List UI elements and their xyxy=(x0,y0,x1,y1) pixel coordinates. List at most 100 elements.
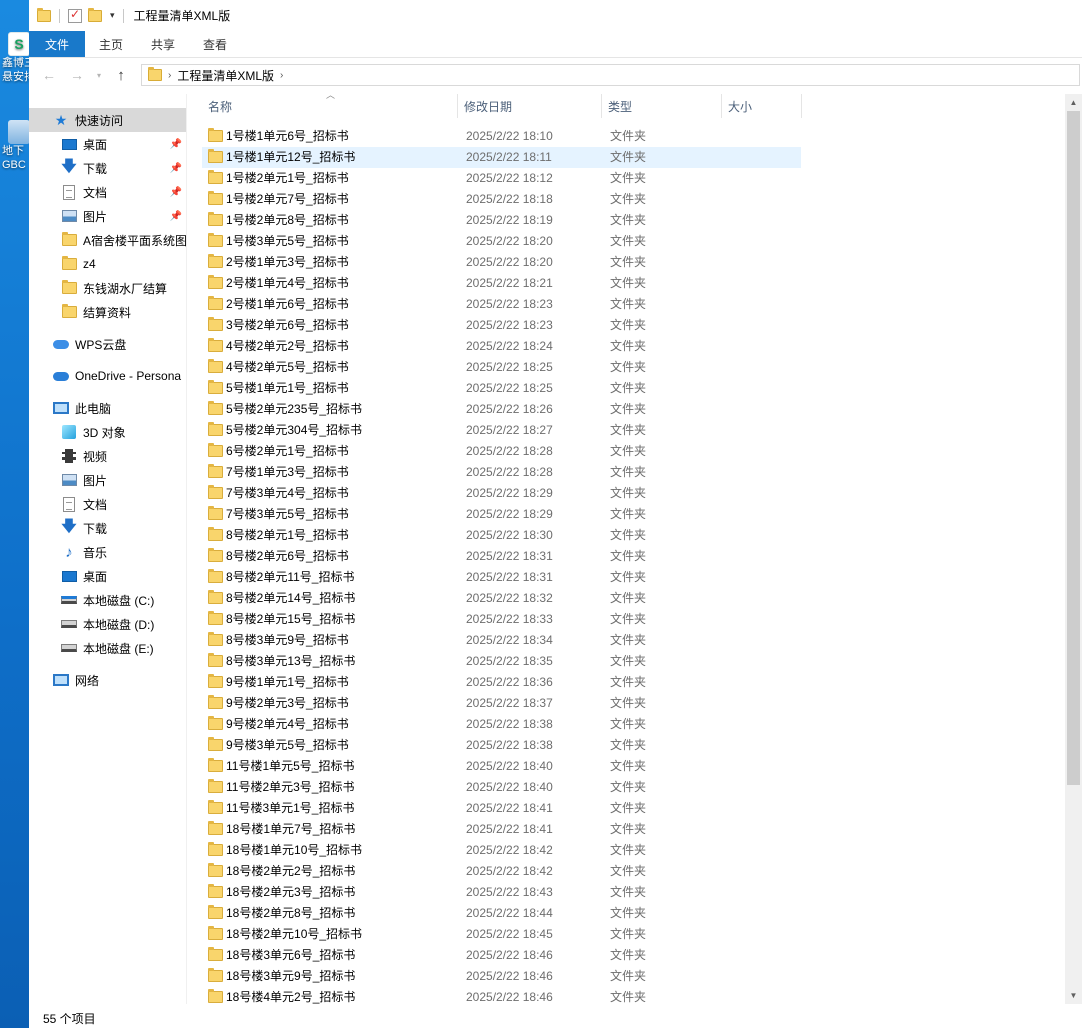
tab-file[interactable]: 文件 xyxy=(29,31,85,57)
nav-item-drive-e[interactable]: 本地磁盘 (E:) xyxy=(29,636,186,660)
table-row[interactable]: 6号楼2单元1号_招标书 2025/2/22 18:28 文件夹 xyxy=(202,441,801,462)
up-arrow-icon[interactable]: ↑ xyxy=(109,64,133,86)
table-row[interactable]: 18号楼2单元3号_招标书 2025/2/22 18:43 文件夹 xyxy=(202,882,801,903)
table-row[interactable]: 5号楼2单元235号_招标书 2025/2/22 18:26 文件夹 xyxy=(202,399,801,420)
nav-item-documents[interactable]: 文档 xyxy=(29,492,186,516)
scrollbar-thumb[interactable] xyxy=(1067,111,1080,785)
pin-icon[interactable]: 📌 xyxy=(170,163,182,174)
desktop-shortcut-gbc[interactable]: 地下 GBC xyxy=(0,120,29,172)
nav-this-pc[interactable]: 此电脑 xyxy=(29,396,186,420)
desktop-shortcut-spreadsheet[interactable]: S 鑫博三 悬安排 xyxy=(0,32,29,84)
address-bar[interactable]: › 工程量清单XML版 › xyxy=(141,64,1080,86)
new-folder-icon[interactable] xyxy=(88,7,102,22)
file-type: 文件夹 xyxy=(610,675,647,689)
column-header-name[interactable]: 名称 xyxy=(202,94,458,118)
column-header-type[interactable]: 类型 xyxy=(602,94,722,118)
nav-item-downloads[interactable]: 🡇 下载 📌 xyxy=(29,156,186,180)
breadcrumb-separator-icon[interactable]: › xyxy=(168,70,171,81)
nav-item-desktop[interactable]: 桌面 📌 xyxy=(29,132,186,156)
table-row[interactable]: 8号楼2单元1号_招标书 2025/2/22 18:30 文件夹 xyxy=(202,525,801,546)
table-row[interactable]: 8号楼2单元15号_招标书 2025/2/22 18:33 文件夹 xyxy=(202,609,801,630)
table-row[interactable]: 8号楼2单元6号_招标书 2025/2/22 18:31 文件夹 xyxy=(202,546,801,567)
nav-network[interactable]: 网络 xyxy=(29,668,186,692)
table-row[interactable]: 18号楼3单元6号_招标书 2025/2/22 18:46 文件夹 xyxy=(202,945,801,966)
nav-item-label: OneDrive - Persona xyxy=(75,369,182,383)
pin-icon[interactable]: 📌 xyxy=(170,211,182,222)
nav-item-recent-folder[interactable]: 结算资料 xyxy=(29,300,186,324)
table-row[interactable]: 18号楼3单元9号_招标书 2025/2/22 18:46 文件夹 xyxy=(202,966,801,987)
customize-toolbar-dropdown-icon[interactable]: ▾ xyxy=(110,10,115,21)
table-row[interactable]: 8号楼2单元14号_招标书 2025/2/22 18:32 文件夹 xyxy=(202,588,801,609)
table-row[interactable]: 8号楼2单元11号_招标书 2025/2/22 18:31 文件夹 xyxy=(202,567,801,588)
table-row[interactable]: 18号楼2单元10号_招标书 2025/2/22 18:45 文件夹 xyxy=(202,924,801,945)
tab-view[interactable]: 查看 xyxy=(189,31,241,57)
table-row[interactable]: 18号楼2单元2号_招标书 2025/2/22 18:42 文件夹 xyxy=(202,861,801,882)
breadcrumb-current-folder[interactable]: 工程量清单XML版 xyxy=(177,67,274,84)
modified-date: 2025/2/22 18:23 xyxy=(466,318,553,332)
table-row[interactable]: 9号楼1单元1号_招标书 2025/2/22 18:36 文件夹 xyxy=(202,672,801,693)
nav-quick-access[interactable]: ★ 快速访问 xyxy=(29,108,186,132)
table-row[interactable]: 1号楼1单元6号_招标书 2025/2/22 18:10 文件夹 xyxy=(202,126,801,147)
table-row[interactable]: 9号楼2单元4号_招标书 2025/2/22 18:38 文件夹 xyxy=(202,714,801,735)
table-row[interactable]: 18号楼1单元7号_招标书 2025/2/22 18:41 文件夹 xyxy=(202,819,801,840)
pin-icon[interactable]: 📌 xyxy=(170,139,182,150)
column-header-modified[interactable]: 修改日期 xyxy=(458,94,602,118)
table-row[interactable]: 11号楼1单元5号_招标书 2025/2/22 18:40 文件夹 xyxy=(202,756,801,777)
tab-home[interactable]: 主页 xyxy=(85,31,137,57)
table-row[interactable]: 1号楼2单元8号_招标书 2025/2/22 18:19 文件夹 xyxy=(202,210,801,231)
nav-wps-cloud[interactable]: WPS云盘 xyxy=(29,332,186,356)
nav-item-videos[interactable]: 视频 xyxy=(29,444,186,468)
nav-item-recent-folder[interactable]: 东钱湖水厂结算 xyxy=(29,276,186,300)
nav-item-drive-c[interactable]: 本地磁盘 (C:) xyxy=(29,588,186,612)
nav-item-drive-d[interactable]: 本地磁盘 (D:) xyxy=(29,612,186,636)
table-row[interactable]: 11号楼3单元1号_招标书 2025/2/22 18:41 文件夹 xyxy=(202,798,801,819)
table-row[interactable]: 8号楼3单元9号_招标书 2025/2/22 18:34 文件夹 xyxy=(202,630,801,651)
back-arrow-icon[interactable]: ← xyxy=(37,64,61,86)
nav-item-pictures[interactable]: 图片 📌 xyxy=(29,204,186,228)
navigation-pane: ★ 快速访问 桌面 📌 🡇 下载 📌 文档 📌 图片 📌 A宿舍楼平面系统图 z… xyxy=(29,94,187,1004)
table-row[interactable]: 1号楼2单元1号_招标书 2025/2/22 18:12 文件夹 xyxy=(202,168,801,189)
table-row[interactable]: 1号楼1单元12号_招标书 2025/2/22 18:11 文件夹 xyxy=(202,147,801,168)
table-row[interactable]: 2号楼1单元4号_招标书 2025/2/22 18:21 文件夹 xyxy=(202,273,801,294)
nav-item-recent-folder[interactable]: A宿舍楼平面系统图 xyxy=(29,228,186,252)
table-row[interactable]: 2号楼1单元3号_招标书 2025/2/22 18:20 文件夹 xyxy=(202,252,801,273)
table-row[interactable]: 4号楼2单元5号_招标书 2025/2/22 18:25 文件夹 xyxy=(202,357,801,378)
table-row[interactable]: 18号楼1单元10号_招标书 2025/2/22 18:42 文件夹 xyxy=(202,840,801,861)
table-row[interactable]: 18号楼2单元8号_招标书 2025/2/22 18:44 文件夹 xyxy=(202,903,801,924)
scroll-up-arrow-icon[interactable]: ▲ xyxy=(1065,94,1082,111)
table-row[interactable]: 7号楼3单元4号_招标书 2025/2/22 18:29 文件夹 xyxy=(202,483,801,504)
breadcrumb-separator-icon[interactable]: › xyxy=(280,70,283,81)
scroll-down-arrow-icon[interactable]: ▼ xyxy=(1065,987,1082,1004)
nav-item-downloads[interactable]: 🡇 下载 xyxy=(29,516,186,540)
vertical-scrollbar[interactable]: ▲ ▼ xyxy=(1065,94,1082,1004)
file-name: 9号楼2单元3号_招标书 xyxy=(226,696,349,710)
table-row[interactable]: 5号楼1单元1号_招标书 2025/2/22 18:25 文件夹 xyxy=(202,378,801,399)
table-row[interactable]: 2号楼1单元6号_招标书 2025/2/22 18:23 文件夹 xyxy=(202,294,801,315)
table-row[interactable]: 7号楼3单元5号_招标书 2025/2/22 18:29 文件夹 xyxy=(202,504,801,525)
table-row[interactable]: 8号楼3单元13号_招标书 2025/2/22 18:35 文件夹 xyxy=(202,651,801,672)
nav-item-pictures[interactable]: 图片 xyxy=(29,468,186,492)
forward-arrow-icon[interactable]: → xyxy=(65,64,89,86)
recent-locations-dropdown-icon[interactable]: ▾ xyxy=(93,64,105,86)
table-row[interactable]: 5号楼2单元304号_招标书 2025/2/22 18:27 文件夹 xyxy=(202,420,801,441)
table-row[interactable]: 7号楼1单元3号_招标书 2025/2/22 18:28 文件夹 xyxy=(202,462,801,483)
column-header-size[interactable]: 大小 xyxy=(722,94,802,118)
nav-item-music[interactable]: ♪ 音乐 xyxy=(29,540,186,564)
properties-icon[interactable] xyxy=(68,7,82,23)
table-row[interactable]: 1号楼2单元7号_招标书 2025/2/22 18:18 文件夹 xyxy=(202,189,801,210)
nav-item-documents[interactable]: 文档 📌 xyxy=(29,180,186,204)
table-row[interactable]: 4号楼2单元2号_招标书 2025/2/22 18:24 文件夹 xyxy=(202,336,801,357)
tab-share[interactable]: 共享 xyxy=(137,31,189,57)
nav-onedrive[interactable]: OneDrive - Persona xyxy=(29,364,186,388)
table-row[interactable]: 3号楼2单元6号_招标书 2025/2/22 18:23 文件夹 xyxy=(202,315,801,336)
table-row[interactable]: 1号楼3单元5号_招标书 2025/2/22 18:20 文件夹 xyxy=(202,231,801,252)
table-row[interactable]: 18号楼4单元2号_招标书 2025/2/22 18:46 文件夹 xyxy=(202,987,801,1008)
pin-icon[interactable]: 📌 xyxy=(170,187,182,198)
nav-item-recent-folder[interactable]: z4 xyxy=(29,252,186,276)
table-row[interactable]: 9号楼3单元5号_招标书 2025/2/22 18:38 文件夹 xyxy=(202,735,801,756)
nav-item-desktop[interactable]: 桌面 xyxy=(29,564,186,588)
table-row[interactable]: 11号楼2单元3号_招标书 2025/2/22 18:40 文件夹 xyxy=(202,777,801,798)
table-row[interactable]: 9号楼2单元3号_招标书 2025/2/22 18:37 文件夹 xyxy=(202,693,801,714)
nav-item-3d-objects[interactable]: 3D 对象 xyxy=(29,420,186,444)
file-type: 文件夹 xyxy=(610,507,647,521)
